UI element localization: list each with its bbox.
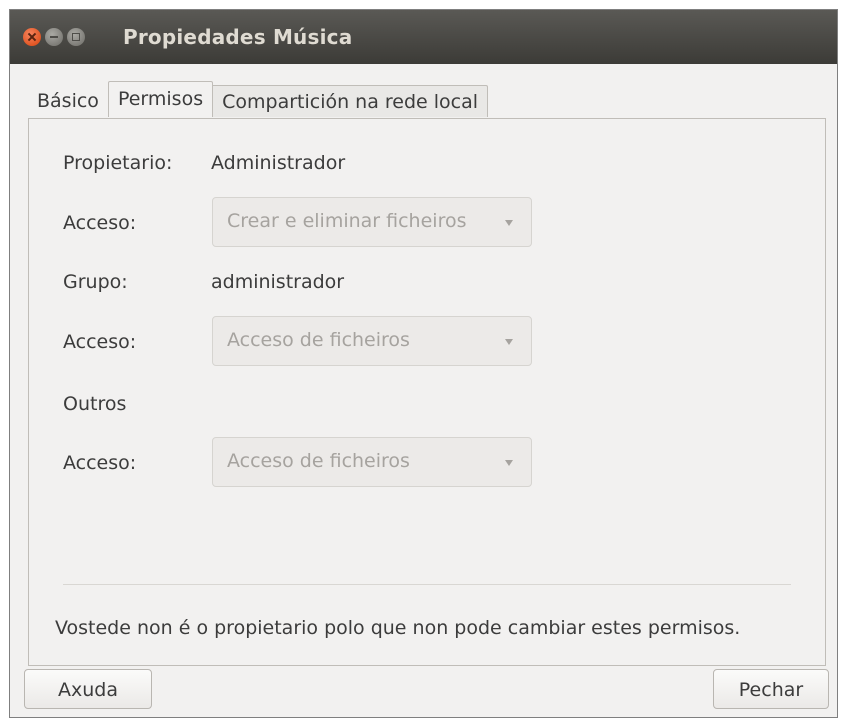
others-access-label: Acceso: [63, 452, 137, 474]
window-title: Propiedades Música [123, 25, 353, 49]
others-access-value: Acceso de ficheiros [227, 450, 410, 472]
tab-comparticion[interactable]: Compartición na rede local [213, 85, 489, 117]
maximize-window-icon[interactable] [67, 28, 85, 46]
owner-access-label: Acceso: [63, 212, 137, 234]
tab-permisos[interactable]: Permisos [107, 81, 214, 117]
help-button[interactable]: Axuda [24, 669, 152, 709]
close-button[interactable]: Pechar [713, 669, 829, 709]
dropdown-arrow-icon [505, 339, 513, 345]
dropdown-arrow-icon [505, 460, 513, 466]
separator [63, 584, 791, 585]
dropdown-arrow-icon [505, 220, 513, 226]
others-label: Outros [63, 393, 127, 415]
tab-bar: Básico Permisos Compartición na rede loc… [28, 81, 489, 117]
others-access-select[interactable]: Acceso de ficheiros [212, 437, 532, 487]
properties-dialog: Propiedades Música Básico Permisos Compa… [10, 10, 837, 717]
owner-value: Administrador [211, 152, 346, 174]
title-bar[interactable]: Propiedades Música [10, 10, 837, 64]
minimize-window-icon[interactable] [45, 28, 63, 46]
permissions-panel: Propietario: Administrador Acceso: Crear… [28, 118, 826, 666]
close-window-icon[interactable] [23, 28, 41, 46]
ownership-note: Vostede non é o propietario polo que non… [55, 617, 741, 639]
group-value: administrador [211, 271, 345, 293]
owner-access-value: Crear e eliminar ficheiros [227, 210, 467, 232]
group-label: Grupo: [63, 271, 128, 293]
owner-access-select[interactable]: Crear e eliminar ficheiros [212, 197, 532, 247]
group-access-label: Acceso: [63, 331, 137, 353]
group-access-value: Acceso de ficheiros [227, 329, 410, 351]
group-access-select[interactable]: Acceso de ficheiros [212, 316, 532, 366]
owner-label: Propietario: [63, 152, 173, 174]
tab-basico[interactable]: Básico [28, 85, 108, 117]
